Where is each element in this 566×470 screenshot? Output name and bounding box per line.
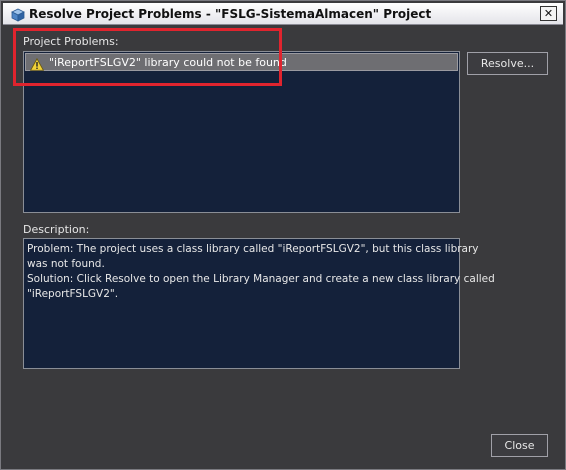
description-line: Problem: The project uses a class librar… — [27, 243, 479, 255]
project-cube-icon — [11, 7, 25, 22]
window-title: Resolve Project Problems - "FSLG-Sistema… — [29, 6, 432, 21]
description-line: "iReportFSLGV2". — [27, 288, 119, 300]
description-line: Solution: Click Resolve to open the Libr… — [27, 273, 495, 285]
title-bar[interactable]: Resolve Project Problems - "FSLG-Sistema… — [3, 3, 563, 25]
close-window-button[interactable]: ✕ — [540, 6, 557, 21]
resolve-problems-dialog: Resolve Project Problems - "FSLG-Sistema… — [0, 0, 566, 470]
resolve-button[interactable]: Resolve... — [467, 52, 548, 75]
close-button[interactable]: Close — [491, 434, 548, 457]
annotation-highlight-box — [13, 28, 282, 86]
description-line: was not found. — [27, 258, 105, 270]
description-label: Description: — [23, 223, 90, 236]
description-text-area[interactable]: Problem: The project uses a class librar… — [23, 238, 495, 369]
